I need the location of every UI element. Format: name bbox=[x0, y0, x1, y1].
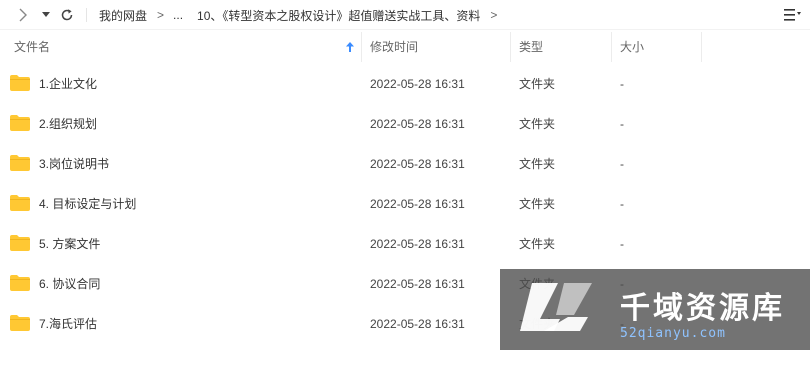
dropdown-icon bbox=[42, 12, 50, 17]
file-name: 7.海氏评估 bbox=[39, 317, 98, 331]
file-modified: 2022-05-28 16:31 bbox=[370, 157, 465, 171]
folder-icon bbox=[10, 315, 30, 331]
column-name-label: 文件名 bbox=[14, 40, 51, 54]
file-row[interactable]: 1.企业文化 2022-05-28 16:31 文件夹 - bbox=[0, 64, 810, 104]
column-header: 文件名 修改时间 类型 大小 bbox=[0, 32, 810, 62]
file-row[interactable]: 2.组织规划 2022-05-28 16:31 文件夹 - bbox=[0, 104, 810, 144]
file-modified: 2022-05-28 16:31 bbox=[370, 317, 465, 331]
folder-icon bbox=[10, 275, 30, 291]
column-type-header[interactable]: 类型 bbox=[519, 32, 609, 62]
file-size: - bbox=[620, 237, 624, 251]
chevron-right-icon bbox=[19, 8, 27, 22]
file-modified: 2022-05-28 16:31 bbox=[370, 197, 465, 211]
folder-icon bbox=[10, 115, 30, 131]
file-name: 1.企业文化 bbox=[39, 77, 98, 91]
file-size: - bbox=[620, 157, 624, 171]
breadcrumb-separator: > bbox=[490, 8, 498, 22]
breadcrumb-item-ellipsis[interactable]: ... bbox=[173, 8, 183, 22]
watermark-url: 52qianyu.com bbox=[620, 326, 726, 341]
column-divider[interactable] bbox=[701, 32, 702, 62]
forward-button[interactable] bbox=[12, 0, 34, 30]
watermark-overlay: 千域资源库 52qianyu.com bbox=[500, 269, 810, 350]
file-row[interactable]: 3.岗位说明书 2022-05-28 16:31 文件夹 - bbox=[0, 144, 810, 184]
watermark-logo-icon bbox=[520, 283, 592, 331]
file-name: 2.组织规划 bbox=[39, 117, 98, 131]
refresh-icon bbox=[61, 9, 73, 21]
folder-icon bbox=[10, 235, 30, 251]
file-name: 3.岗位说明书 bbox=[39, 157, 110, 171]
column-name-header[interactable]: 文件名 bbox=[14, 32, 354, 62]
breadcrumb-separator: > bbox=[157, 8, 165, 22]
file-row[interactable]: 4. 目标设定与计划 2022-05-28 16:31 文件夹 - bbox=[0, 184, 810, 224]
file-modified: 2022-05-28 16:31 bbox=[370, 237, 465, 251]
file-type: 文件夹 bbox=[519, 157, 556, 171]
folder-icon bbox=[10, 75, 30, 91]
column-divider[interactable] bbox=[361, 32, 362, 62]
folder-icon bbox=[10, 195, 30, 211]
column-size-header[interactable]: 大小 bbox=[620, 32, 700, 62]
toolbar: 我的网盘 > ... 10、《转型资本之股权设计》超值赠送实战工具、资料 > bbox=[0, 0, 810, 30]
folder-icon bbox=[10, 155, 30, 171]
history-dropdown-button[interactable] bbox=[38, 0, 54, 30]
list-view-icon bbox=[784, 9, 801, 21]
file-modified: 2022-05-28 16:31 bbox=[370, 277, 465, 291]
file-name: 4. 目标设定与计划 bbox=[39, 197, 137, 211]
file-modified: 2022-05-28 16:31 bbox=[370, 77, 465, 91]
file-type: 文件夹 bbox=[519, 117, 556, 131]
file-size: - bbox=[620, 77, 624, 91]
watermark-title: 千域资源库 bbox=[620, 291, 785, 326]
breadcrumb: 我的网盘 > ... 10、《转型资本之股权设计》超值赠送实战工具、资料 > bbox=[99, 0, 506, 30]
column-modified-label: 修改时间 bbox=[370, 40, 419, 54]
toolbar-divider bbox=[86, 8, 87, 22]
file-type: 文件夹 bbox=[519, 237, 556, 251]
column-modified-header[interactable]: 修改时间 bbox=[370, 32, 508, 62]
column-divider[interactable] bbox=[611, 32, 612, 62]
view-mode-button[interactable] bbox=[776, 0, 810, 30]
sort-ascending-icon[interactable] bbox=[345, 41, 355, 53]
file-name: 5. 方案文件 bbox=[39, 237, 101, 251]
column-type-label: 类型 bbox=[519, 40, 544, 54]
breadcrumb-item-root[interactable]: 我的网盘 bbox=[99, 7, 147, 24]
breadcrumb-item-current[interactable]: 10、《转型资本之股权设计》超值赠送实战工具、资料 bbox=[197, 7, 480, 24]
refresh-button[interactable] bbox=[56, 0, 78, 30]
file-row[interactable]: 5. 方案文件 2022-05-28 16:31 文件夹 - bbox=[0, 224, 810, 264]
file-size: - bbox=[620, 117, 624, 131]
file-size: - bbox=[620, 197, 624, 211]
column-size-label: 大小 bbox=[620, 40, 645, 54]
file-type: 文件夹 bbox=[519, 77, 556, 91]
file-type: 文件夹 bbox=[519, 197, 556, 211]
file-name: 6. 协议合同 bbox=[39, 277, 101, 291]
file-modified: 2022-05-28 16:31 bbox=[370, 117, 465, 131]
column-divider[interactable] bbox=[510, 32, 511, 62]
